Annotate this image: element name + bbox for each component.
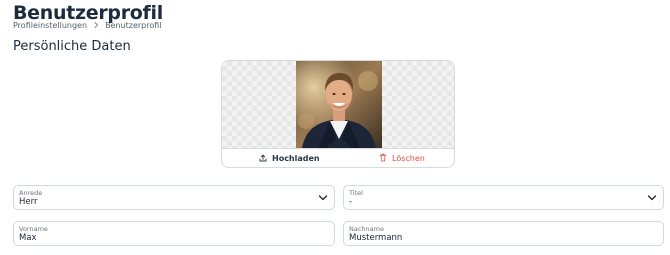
profile-page: Benutzerprofil Profileinstellungen Benut… — [0, 0, 670, 255]
last-name-value[interactable]: Mustermann — [349, 233, 402, 243]
title-label: Titel — [349, 189, 363, 197]
last-name-field[interactable]: Nachname Mustermann — [343, 221, 664, 246]
breadcrumb-item-user-profile: Benutzerprofil — [105, 20, 162, 30]
section-title: Persönliche Daten — [13, 39, 131, 54]
chevron-right-icon — [92, 21, 100, 29]
delete-button[interactable]: Löschen — [379, 149, 425, 167]
salutation-select[interactable]: Anrede Herr — [13, 185, 335, 210]
title-value: - — [349, 197, 353, 207]
salutation-value: Herr — [19, 197, 38, 207]
salutation-label: Anrede — [19, 189, 43, 197]
upload-icon — [259, 154, 267, 164]
profile-photo — [296, 61, 382, 148]
title-select[interactable]: Titel - — [343, 185, 664, 210]
first-name-label: Vorname — [19, 225, 48, 233]
photo-preview — [222, 61, 454, 149]
upload-button-label: Hochladen — [272, 154, 320, 163]
chevron-down-icon — [647, 194, 657, 202]
last-name-label: Nachname — [349, 225, 384, 233]
photo-actions: Hochladen Löschen — [222, 149, 454, 167]
delete-button-label: Löschen — [392, 154, 425, 163]
profile-photo-card: Hochladen Löschen — [221, 60, 455, 168]
breadcrumb-item-profile-settings[interactable]: Profileinstellungen — [13, 21, 87, 30]
chevron-down-icon — [318, 194, 328, 202]
trash-icon — [379, 153, 387, 164]
first-name-value[interactable]: Max — [19, 233, 37, 243]
upload-button[interactable]: Hochladen — [259, 149, 320, 167]
breadcrumb: Profileinstellungen Benutzerprofil — [13, 19, 162, 31]
first-name-field[interactable]: Vorname Max — [13, 221, 335, 246]
